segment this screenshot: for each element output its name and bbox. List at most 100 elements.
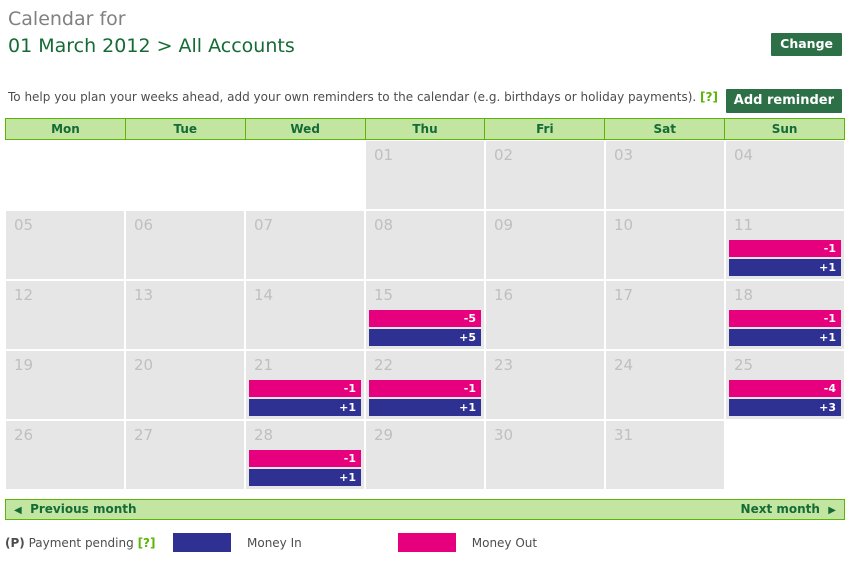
day-of-week-header: Mon Tue Wed Thu Fri Sat Sun bbox=[5, 118, 845, 140]
calendar-day-cell[interactable]: 07 bbox=[246, 211, 364, 279]
calendar-day-cell[interactable]: 22 -1 +1 bbox=[366, 351, 484, 419]
calendar-day-cell[interactable]: 26 bbox=[6, 421, 124, 489]
calendar-day-cell[interactable]: 28 -1 +1 bbox=[246, 421, 364, 489]
money-out-bar[interactable]: -1 bbox=[729, 310, 841, 327]
day-number: 13 bbox=[134, 286, 154, 304]
money-in-bar[interactable]: +1 bbox=[729, 259, 841, 276]
calendar-day-cell[interactable]: 04 bbox=[726, 141, 844, 209]
day-number: 02 bbox=[494, 146, 514, 164]
calendar-day-cell[interactable]: 03 bbox=[606, 141, 724, 209]
intro-text: To help you plan your weeks ahead, add y… bbox=[8, 90, 697, 104]
calendar-day-cell[interactable]: 16 bbox=[486, 281, 604, 349]
calendar-week-row: 12 13 14 15 -5 +5 16 17 18 -1 +1 bbox=[5, 280, 845, 350]
calendar-day-cell[interactable]: 25 -4 +3 bbox=[726, 351, 844, 419]
day-of-week-fri: Fri bbox=[485, 119, 606, 139]
money-out-swatch bbox=[397, 533, 456, 552]
page-title: 01 March 2012 > All Accounts bbox=[8, 35, 295, 57]
calendar-day-cell[interactable]: 02 bbox=[486, 141, 604, 209]
change-button[interactable]: Change bbox=[771, 33, 842, 56]
previous-month-link[interactable]: ◀ Previous month bbox=[6, 500, 145, 520]
calendar-day-cell[interactable]: 15 -5 +5 bbox=[366, 281, 484, 349]
money-out-bar[interactable]: -4 bbox=[729, 380, 841, 397]
day-number: 19 bbox=[14, 356, 34, 374]
calendar-day-cell[interactable]: 24 bbox=[606, 351, 724, 419]
day-number: 29 bbox=[374, 426, 394, 444]
calendar-day-cell[interactable]: 29 bbox=[366, 421, 484, 489]
add-reminder-button[interactable]: Add reminder bbox=[725, 89, 842, 113]
calendar-day-cell[interactable]: 11 -1 +1 bbox=[726, 211, 844, 279]
calendar-week-row: 05 06 07 08 09 10 11 -1 +1 bbox=[5, 210, 845, 280]
day-number: 25 bbox=[734, 356, 754, 374]
calendar-day-cell[interactable]: 23 bbox=[486, 351, 604, 419]
pending-marker: (P) bbox=[5, 535, 25, 550]
day-number: 15 bbox=[374, 286, 394, 304]
calendar-day-cell[interactable]: 09 bbox=[486, 211, 604, 279]
money-out-bar[interactable]: -1 bbox=[249, 450, 361, 467]
day-of-week-thu: Thu bbox=[366, 119, 486, 139]
day-number: 16 bbox=[494, 286, 514, 304]
intro-help-icon[interactable]: [?] bbox=[700, 90, 718, 104]
day-amount-bars: -1 +1 bbox=[369, 380, 481, 416]
calendar-day-cell[interactable]: 10 bbox=[606, 211, 724, 279]
calendar-day-cell[interactable]: 27 bbox=[126, 421, 244, 489]
right-arrow-icon: ▶ bbox=[828, 504, 836, 516]
day-of-week-sun: Sun bbox=[771, 122, 798, 136]
money-in-bar[interactable]: +3 bbox=[729, 399, 841, 416]
day-of-week-tue: Tue bbox=[126, 119, 246, 139]
day-amount-bars: -4 +3 bbox=[729, 380, 841, 416]
previous-month-label: Previous month bbox=[30, 501, 137, 516]
calendar-day-cell[interactable]: 19 bbox=[6, 351, 124, 419]
page-header: Calendar for 01 March 2012 > All Account… bbox=[0, 0, 850, 78]
day-amount-bars: -1 +1 bbox=[729, 240, 841, 276]
calendar-weeks: 01 02 03 04 05 06 07 08 09 10 11 -1 +1 12 13 14 15 -5 +5 16… bbox=[5, 140, 845, 490]
day-amount-bars: -5 +5 bbox=[369, 310, 481, 346]
calendar-week-row: 01 02 03 04 bbox=[5, 140, 845, 210]
day-amount-bars: -1 +1 bbox=[249, 380, 361, 416]
calendar-week-row: 19 20 21 -1 +1 22 -1 +1 23 24 25 -4 +3 bbox=[5, 350, 845, 420]
legend-payment-pending: (P) Payment pending [?] bbox=[5, 536, 165, 550]
money-out-bar[interactable]: -5 bbox=[369, 310, 481, 327]
calendar-day-cell[interactable]: 13 bbox=[126, 281, 244, 349]
calendar-day-cell[interactable]: 18 -1 +1 bbox=[726, 281, 844, 349]
month-navigation: ◀ Previous month Next month ▶ bbox=[5, 499, 845, 520]
money-out-bar[interactable]: -1 bbox=[369, 380, 481, 397]
next-month-link[interactable]: Next month ▶ bbox=[733, 500, 844, 520]
pending-help-icon[interactable]: [?] bbox=[138, 536, 156, 550]
day-number: 05 bbox=[14, 216, 34, 234]
day-of-week-mon: Mon bbox=[6, 119, 126, 139]
calendar-day-cell[interactable]: 21 -1 +1 bbox=[246, 351, 364, 419]
calendar-cell-empty bbox=[126, 141, 244, 209]
calendar-week-row: 26 27 28 -1 +1 29 30 31 bbox=[5, 420, 845, 490]
calendar-day-cell[interactable]: 17 bbox=[606, 281, 724, 349]
day-number: 04 bbox=[734, 146, 754, 164]
calendar-day-cell[interactable]: 05 bbox=[6, 211, 124, 279]
calendar-day-cell[interactable]: 20 bbox=[126, 351, 244, 419]
day-number: 28 bbox=[254, 426, 274, 444]
money-out-bar[interactable]: -1 bbox=[249, 380, 361, 397]
day-number: 01 bbox=[374, 146, 394, 164]
calendar-grid: Mon Tue Wed Thu Fri Sat Sun 01 02 03 04 05 06 07 08 09… bbox=[5, 118, 845, 490]
calendar-day-cell[interactable]: 08 bbox=[366, 211, 484, 279]
calendar-day-cell[interactable]: 01 bbox=[366, 141, 484, 209]
calendar-day-cell[interactable]: 14 bbox=[246, 281, 364, 349]
calendar-day-cell[interactable]: 12 bbox=[6, 281, 124, 349]
left-arrow-icon: ◀ bbox=[14, 504, 22, 516]
calendar-day-cell[interactable]: 30 bbox=[486, 421, 604, 489]
money-in-bar[interactable]: +1 bbox=[249, 399, 361, 416]
day-number: 27 bbox=[134, 426, 154, 444]
page-title-kicker: Calendar for bbox=[8, 8, 126, 30]
day-number: 17 bbox=[614, 286, 634, 304]
money-out-bar[interactable]: -1 bbox=[729, 240, 841, 257]
day-number: 06 bbox=[134, 216, 154, 234]
money-in-bar[interactable]: +1 bbox=[369, 399, 481, 416]
calendar-cell-empty bbox=[246, 141, 364, 209]
money-in-bar[interactable]: +5 bbox=[369, 329, 481, 346]
calendar-page: Calendar for 01 March 2012 > All Account… bbox=[0, 0, 850, 561]
calendar-day-cell[interactable]: 31 bbox=[606, 421, 724, 489]
day-number: 24 bbox=[614, 356, 634, 374]
calendar-cell-empty bbox=[6, 141, 124, 209]
money-in-bar[interactable]: +1 bbox=[249, 469, 361, 486]
calendar-cell-empty bbox=[726, 421, 844, 489]
money-in-bar[interactable]: +1 bbox=[729, 329, 841, 346]
calendar-day-cell[interactable]: 06 bbox=[126, 211, 244, 279]
